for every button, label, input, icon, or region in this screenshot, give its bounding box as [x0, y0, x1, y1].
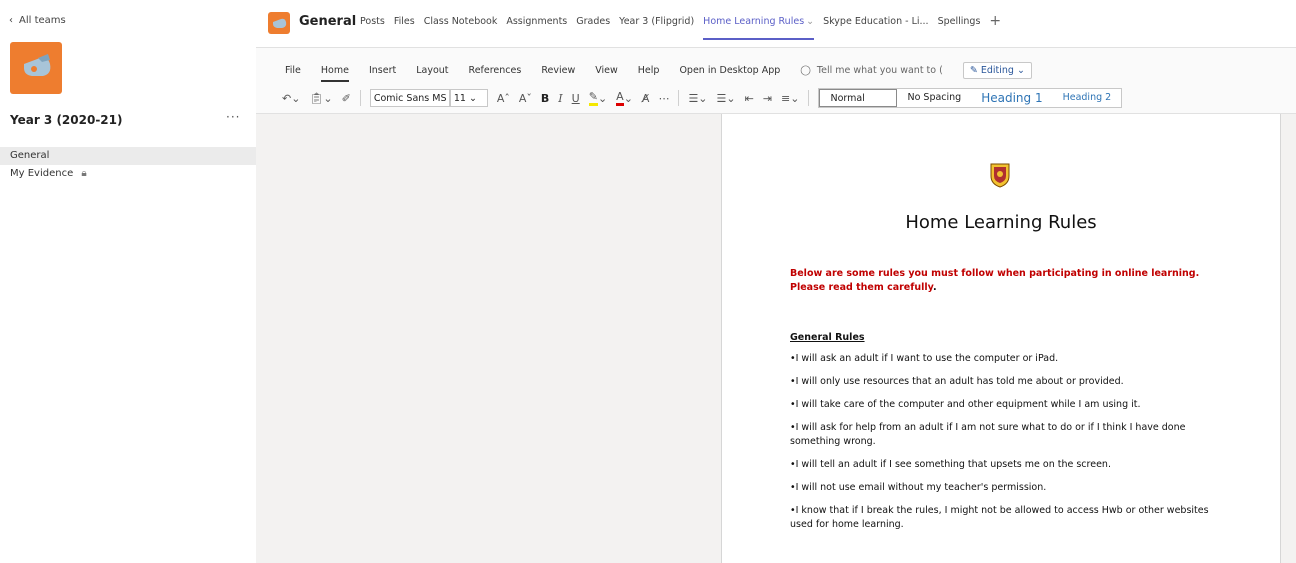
- undo-icon[interactable]: ↶⌄: [282, 92, 300, 105]
- menu-references[interactable]: References: [469, 65, 522, 76]
- list-item: I will ask for help from an adult if I a…: [790, 421, 1220, 449]
- paste-icon[interactable]: 📋︎⌄: [309, 92, 332, 105]
- grow-font-icon[interactable]: Aˆ: [497, 92, 510, 105]
- team-panel: ‹ All teams Year 3 (2020-21) ··· General…: [0, 0, 256, 563]
- numbering-icon[interactable]: ☰⌄: [717, 92, 736, 105]
- bullets-icon[interactable]: ☰⌄: [688, 92, 707, 105]
- channel-my-evidence[interactable]: My Evidence 🔒︎: [0, 165, 256, 183]
- tab-label: Home Learning Rules: [703, 16, 805, 27]
- lightbulb-icon: ◯: [800, 65, 811, 76]
- pencil-icon: ✎: [969, 65, 978, 76]
- whistle-icon: [24, 54, 51, 76]
- style-heading-1[interactable]: Heading 1: [971, 89, 1052, 107]
- menu-insert[interactable]: Insert: [369, 65, 396, 76]
- intro-end: .: [932, 282, 937, 293]
- word-ribbon: File Home Insert Layout References Revie…: [256, 48, 1296, 114]
- font-size-value: 11: [453, 92, 466, 104]
- italic-icon[interactable]: I: [558, 92, 562, 105]
- editing-label: Editing: [980, 65, 1014, 76]
- divider: [359, 90, 361, 106]
- tell-me-search[interactable]: ◯ Tell me what you want to (: [800, 65, 943, 76]
- rules-list: I will ask an adult if I want to use the…: [790, 352, 1220, 541]
- list-item: I will only use resources that an adult …: [790, 375, 1220, 389]
- chevron-left-icon: ‹: [9, 15, 13, 26]
- decrease-indent-icon[interactable]: ⇤: [745, 92, 754, 105]
- clear-formatting-icon[interactable]: A̸: [642, 92, 650, 105]
- more-options-button[interactable]: ···: [226, 110, 240, 124]
- highlight-color-icon[interactable]: ✎ ⌄: [588, 90, 607, 106]
- menu-file[interactable]: File: [285, 65, 301, 76]
- formatting-toolbar: ↶⌄ 📋︎⌄ ✐ Comic Sans MS ⌄ 11 ⌄ Aˆ Aˇ B I …: [282, 87, 1123, 109]
- chevron-down-icon: ⌄: [1016, 65, 1025, 76]
- add-tab-button[interactable]: +: [989, 13, 1001, 29]
- channel-label: General: [10, 150, 50, 161]
- lock-icon: 🔒︎: [81, 168, 87, 179]
- tab-class-notebook[interactable]: Class Notebook: [424, 16, 498, 32]
- style-normal[interactable]: Normal: [819, 89, 898, 107]
- list-item: I will take care of the computer and oth…: [790, 398, 1220, 412]
- channel-title: General: [299, 14, 357, 29]
- tab-skype-education[interactable]: Skype Education - Li...: [823, 16, 928, 32]
- all-teams-label: All teams: [19, 15, 66, 26]
- document-title: Home Learning Rules: [905, 212, 1097, 233]
- align-icon[interactable]: ≡⌄: [781, 92, 799, 105]
- chevron-down-icon: ⌄: [468, 92, 477, 104]
- ribbon-menu: File Home Insert Layout References Revie…: [285, 62, 1032, 82]
- increase-indent-icon[interactable]: ⇥: [763, 92, 772, 105]
- menu-view[interactable]: View: [595, 65, 618, 76]
- tab-home-learning-rules[interactable]: Home Learning Rules ⌄: [703, 16, 815, 40]
- teams-window: ‹ All teams Year 3 (2020-21) ··· General…: [0, 0, 1296, 563]
- menu-layout[interactable]: Layout: [416, 65, 448, 76]
- tab-spellings[interactable]: Spellings: [938, 16, 981, 32]
- editing-mode-button[interactable]: ✎ Editing ⌄: [962, 62, 1032, 79]
- channel-tabs: Posts Files Class Notebook Assignments G…: [360, 13, 1001, 40]
- font-name-dropdown[interactable]: Comic Sans MS ⌄: [369, 89, 457, 107]
- channel-team-icon: [268, 12, 290, 34]
- all-teams-link[interactable]: ‹ All teams: [9, 15, 66, 26]
- document-page[interactable]: Home Learning Rules Below are some rules…: [721, 114, 1281, 563]
- team-avatar: [10, 42, 62, 94]
- intro-text: Below are some rules you must follow whe…: [790, 268, 1200, 293]
- tab-files[interactable]: Files: [394, 16, 415, 32]
- divider: [678, 90, 680, 106]
- tab-assignments[interactable]: Assignments: [506, 16, 567, 32]
- chevron-down-icon: ⌄: [806, 16, 815, 27]
- style-no-spacing[interactable]: No Spacing: [897, 89, 971, 107]
- vertical-scrollbar[interactable]: [1288, 114, 1294, 563]
- more-options-icon[interactable]: ⋯: [658, 92, 669, 105]
- divider: [808, 90, 810, 106]
- bold-icon[interactable]: B: [541, 92, 549, 105]
- team-name: Year 3 (2020-21): [10, 113, 123, 127]
- menu-home[interactable]: Home: [320, 65, 350, 82]
- tell-me-placeholder: Tell me what you want to (: [816, 65, 943, 76]
- style-heading-2[interactable]: Heading 2: [1053, 89, 1122, 107]
- document-workspace: Home Learning Rules Below are some rules…: [256, 114, 1296, 563]
- tab-grades[interactable]: Grades: [576, 16, 610, 32]
- menu-review[interactable]: Review: [541, 65, 575, 76]
- styles-gallery: Normal No Spacing Heading 1 Heading 2: [818, 88, 1123, 108]
- font-size-dropdown[interactable]: 11 ⌄: [449, 89, 488, 107]
- school-crest-logo: [990, 163, 1010, 188]
- channel-label: My Evidence: [10, 168, 74, 179]
- shrink-font-icon[interactable]: Aˇ: [519, 92, 532, 105]
- open-in-desktop-button[interactable]: Open in Desktop App: [679, 65, 780, 76]
- intro-paragraph: Below are some rules you must follow whe…: [790, 267, 1220, 295]
- format-painter-icon[interactable]: ✐: [342, 92, 351, 105]
- list-item: I know that if I break the rules, I migh…: [790, 504, 1220, 532]
- font-name-value: Comic Sans MS: [373, 92, 447, 104]
- tab-flipgrid[interactable]: Year 3 (Flipgrid): [619, 16, 694, 32]
- channel-general[interactable]: General: [0, 147, 256, 165]
- list-item: I will not use email without my teacher'…: [790, 481, 1220, 495]
- tab-posts[interactable]: Posts: [360, 16, 385, 32]
- rules-heading: General Rules: [790, 332, 865, 343]
- channel-header: General Posts Files Class Notebook Assig…: [256, 0, 1296, 48]
- underline-icon[interactable]: U: [572, 92, 580, 105]
- font-color-icon[interactable]: A ⌄: [616, 90, 633, 106]
- list-item: I will ask an adult if I want to use the…: [790, 352, 1220, 366]
- menu-help[interactable]: Help: [638, 65, 660, 76]
- list-item: I will tell an adult if I see something …: [790, 458, 1220, 472]
- whistle-icon: [273, 18, 287, 28]
